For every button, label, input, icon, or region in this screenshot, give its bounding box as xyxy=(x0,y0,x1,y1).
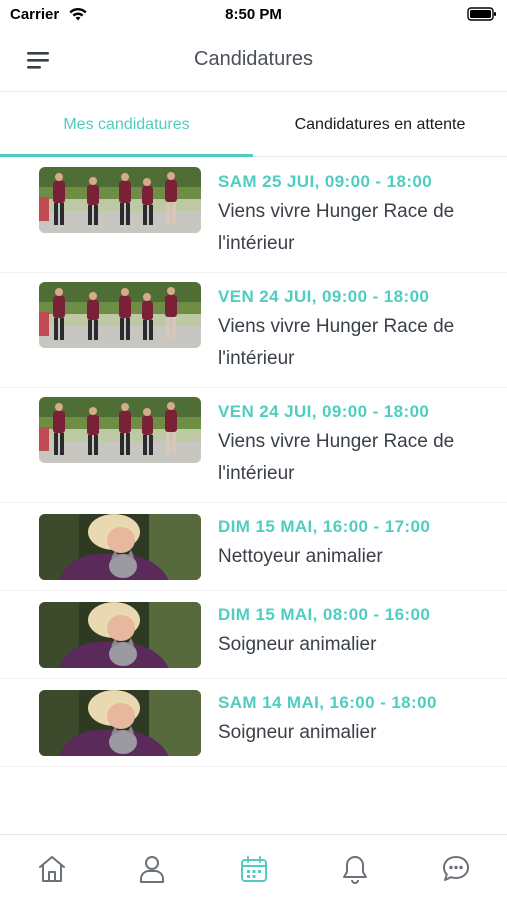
woman-with-cat-photo xyxy=(39,602,201,668)
event-title: Viens vivre Hunger Race de l'intérieur xyxy=(218,431,455,484)
event-thumbnail xyxy=(39,514,201,580)
tab-home[interactable] xyxy=(36,853,68,885)
woman-with-cat-photo xyxy=(39,514,201,580)
event-title: Soigneur animalier xyxy=(218,722,377,743)
tab-messages[interactable] xyxy=(440,853,472,885)
list-item[interactable]: SAM 14 MAI, 16:00 - 18:00 Soigneur anima… xyxy=(0,679,507,767)
list-item[interactable]: DIM 15 MAI, 08:00 - 16:00 Soigneur anima… xyxy=(0,591,507,679)
tabs: Mes candidatures Candidatures en attente xyxy=(0,93,507,157)
list-item[interactable]: VEN 24 JUI, 09:00 - 18:00 Viens vivre Hu… xyxy=(0,388,507,503)
group-walking-photo xyxy=(39,397,201,463)
list-item[interactable]: VEN 24 JUI, 09:00 - 18:00 Viens vivre Hu… xyxy=(0,273,507,388)
list-item[interactable]: DIM 15 MAI, 16:00 - 17:00 Nettoyeur anim… xyxy=(0,503,507,591)
tab-calendar[interactable] xyxy=(238,853,270,885)
app-screen: Carrier 8:50 PM Candidatures Mes candida… xyxy=(0,0,507,900)
active-tab-indicator xyxy=(0,154,253,157)
event-thumbnail xyxy=(39,602,201,668)
event-date: DIM 15 MAI, 16:00 - 17:00 xyxy=(218,517,431,536)
event-date: VEN 24 JUI, 09:00 - 18:00 xyxy=(218,402,430,421)
event-title: Viens vivre Hunger Race de l'intérieur xyxy=(218,316,455,369)
applications-list: SAM 25 JUI, 09:00 - 18:00 Viens vivre Hu… xyxy=(0,158,507,767)
bell-icon xyxy=(343,856,367,884)
group-walking-photo xyxy=(39,282,201,348)
tab-notifications[interactable] xyxy=(339,853,371,885)
event-title: Soigneur animalier xyxy=(218,634,377,655)
group-walking-photo xyxy=(39,167,201,233)
event-date: SAM 14 MAI, 16:00 - 18:00 xyxy=(218,693,437,712)
list-item[interactable]: SAM 25 JUI, 09:00 - 18:00 Viens vivre Hu… xyxy=(0,158,507,273)
event-title: Nettoyeur animalier xyxy=(218,546,383,567)
tab-profile[interactable] xyxy=(136,853,168,885)
page-title: Candidatures xyxy=(194,48,313,70)
event-thumbnail xyxy=(39,690,201,756)
calendar-icon xyxy=(241,856,267,882)
event-date: VEN 24 JUI, 09:00 - 18:00 xyxy=(218,287,430,306)
bottom-tab-bar xyxy=(0,834,507,900)
home-icon xyxy=(39,856,65,882)
clock: 8:50 PM xyxy=(225,6,282,23)
event-date: DIM 15 MAI, 08:00 - 16:00 xyxy=(218,605,431,624)
navigation-bar: Candidatures xyxy=(0,30,507,92)
woman-with-cat-photo xyxy=(39,690,201,756)
status-bar: Carrier 8:50 PM xyxy=(0,0,507,30)
event-date: SAM 25 JUI, 09:00 - 18:00 xyxy=(218,172,433,191)
event-thumbnail xyxy=(39,282,201,348)
tab-candidatures-en-attente[interactable]: Candidatures en attente xyxy=(253,93,507,157)
event-thumbnail xyxy=(39,167,201,233)
profile-icon xyxy=(140,856,164,883)
event-thumbnail xyxy=(39,397,201,463)
chat-icon xyxy=(443,856,469,881)
tab-mes-candidatures[interactable]: Mes candidatures xyxy=(0,93,253,157)
battery-icon xyxy=(467,7,496,21)
event-title: Viens vivre Hunger Race de l'intérieur xyxy=(218,201,455,254)
